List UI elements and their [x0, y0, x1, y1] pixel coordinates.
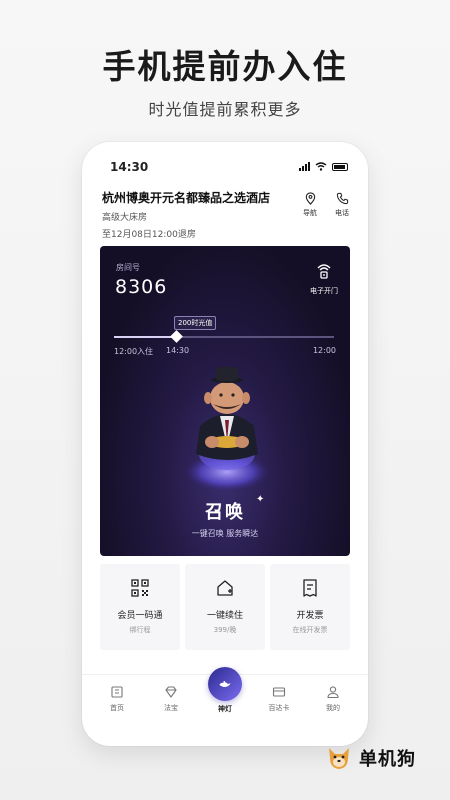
navigation-button[interactable]: 导航	[300, 192, 320, 218]
checkout-end-time: 12:00	[312, 346, 336, 355]
battery-icon	[332, 163, 348, 171]
service-title: 开发票	[296, 611, 324, 621]
status-bar: 14:30	[82, 142, 368, 186]
tab-label: 百达卡	[268, 704, 290, 712]
phone-icon	[336, 192, 348, 205]
lamp-icon	[219, 680, 231, 687]
location-pin-icon	[305, 192, 315, 205]
service-title: 会员一码通	[117, 611, 163, 621]
tab-card[interactable]: 百达卡	[255, 675, 303, 724]
genie-illustration[interactable]	[172, 354, 282, 494]
invoice-icon	[303, 579, 317, 597]
tab-label: 首页	[110, 704, 124, 712]
promo-subtitle: 时光值提前累积更多	[148, 100, 302, 119]
checkout-time: 至12月08日12:00退房	[102, 230, 196, 240]
service-title: 一键续住	[206, 611, 243, 621]
hotel-name: 杭州博奥开元名都臻品之选酒店	[102, 191, 271, 205]
navigation-label: 导航	[303, 209, 317, 217]
call-label: 电话	[335, 209, 349, 217]
user-icon	[327, 686, 339, 699]
gem-icon	[165, 686, 177, 698]
tab-mine[interactable]: 我的	[309, 675, 357, 724]
stay-timeline-progress	[114, 336, 176, 338]
qr-code-icon	[131, 579, 149, 597]
home-icon	[111, 686, 123, 698]
status-icons	[299, 162, 348, 171]
wifi-icon	[315, 162, 327, 171]
home-plus-icon	[217, 580, 233, 596]
room-type: 高级大床房	[102, 213, 148, 223]
checkin-time: 12:00入住	[114, 347, 154, 356]
dog-logo-icon	[329, 748, 349, 769]
time-value-badge: 200时光值	[174, 316, 217, 330]
service-invoice[interactable]: 开发票 在线开发票	[270, 564, 350, 650]
tab-label: 神灯	[218, 705, 232, 713]
room-card: 房间号 8306 电子开门 200时光值 12:00入住 14:30 12:00	[100, 246, 350, 556]
phone-frame: 14:30 杭州博奥开元名都臻品之选酒店 高级大床房 至12月08日12:00退…	[82, 142, 368, 746]
status-time: 14:30	[110, 160, 149, 174]
service-grid: 会员一码通 绑行程 一键续住 399/晚 开发票 在线开发票	[100, 564, 350, 650]
tab-home[interactable]: 首页	[93, 675, 141, 724]
door-unlock-icon[interactable]	[316, 264, 332, 280]
promo-title: 手机提前办入住	[102, 47, 348, 86]
door-unlock-label[interactable]: 电子开门	[310, 286, 338, 296]
service-member-code[interactable]: 会员一码通 绑行程	[100, 564, 180, 650]
hotel-actions: 导航 电话	[300, 192, 352, 218]
tab-label: 我的	[326, 704, 340, 712]
tab-treasure[interactable]: 法宝	[147, 675, 195, 724]
card-icon	[272, 687, 286, 697]
hotel-info: 杭州博奥开元名都臻品之选酒店 高级大床房 至12月08日12:00退房	[102, 190, 302, 240]
room-number-label: 房间号	[116, 263, 140, 272]
brand-watermark: 单机狗	[325, 744, 416, 772]
lamp-tab-bubble	[208, 667, 242, 701]
tab-label: 法宝	[164, 704, 178, 712]
service-subtitle: 399/晚	[213, 626, 237, 634]
summon-title[interactable]: 召唤	[100, 498, 350, 524]
summon-subtitle: 一键召唤 服务瞬达	[191, 529, 259, 538]
brand-text: 单机狗	[359, 749, 416, 770]
service-subtitle: 绑行程	[129, 626, 151, 634]
signal-icon	[299, 162, 310, 171]
call-button[interactable]: 电话	[332, 192, 352, 218]
tab-lamp[interactable]: 神灯	[201, 667, 249, 724]
service-subtitle: 在线开发票	[292, 626, 328, 634]
stay-timeline-marker	[170, 330, 183, 343]
room-number: 8306	[115, 276, 168, 298]
bottom-tab-bar: 首页 法宝 神灯 百达卡 我的	[82, 667, 368, 724]
service-extend-stay[interactable]: 一键续住 399/晚	[185, 564, 265, 650]
